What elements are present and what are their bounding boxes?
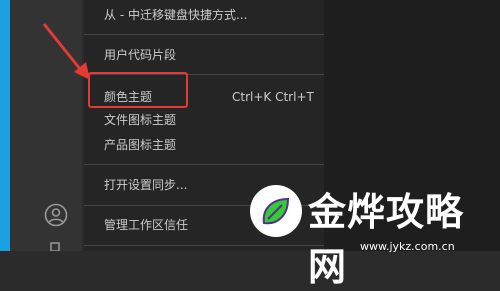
highlight-box [88,72,188,108]
menu-item-user-snippets[interactable]: 用户代码片段 [104,46,176,64]
watermark-title: 金烨攻略网 [308,190,465,289]
menu-item-label: 产品图标主题 [104,138,177,152]
menu-item-file-icon-theme[interactable]: 文件图标主题 [104,111,176,129]
left-blue-strip [0,0,10,251]
menu-item-label: 打开设置同步... [104,178,188,192]
annotation-arrow [42,23,90,80]
menu-item-product-icon-theme[interactable]: 产品图标主题 [104,136,176,154]
gear-icon[interactable] [49,240,61,251]
menu-item-label: 用户代码片段 [104,48,177,62]
watermark-url: www.jykz.com.cn [360,240,455,253]
menu-separator [84,164,324,165]
menu-item-label: 文件图标主题 [104,113,177,127]
shortcut-color-theme: Ctrl+K Ctrl+T [232,90,314,104]
leaf-plug-icon [262,197,290,225]
watermark-logo [250,185,302,237]
watermark: 金烨攻略网 www.jykz.com.cn [250,181,500,289]
menu-item-label: 从 - 中迁移键盘快捷方式... [104,8,248,22]
menu-item-migrate-keybindings[interactable]: 从 - 中迁移键盘快捷方式... [104,6,247,24]
menu-item-label: 管理工作区信任 [104,218,189,232]
menu-separator [84,34,324,35]
menu-item-settings-sync[interactable]: 打开设置同步... [104,176,187,194]
account-icon[interactable] [44,203,68,227]
menu-item-workspace-trust[interactable]: 管理工作区信任 [104,216,188,234]
